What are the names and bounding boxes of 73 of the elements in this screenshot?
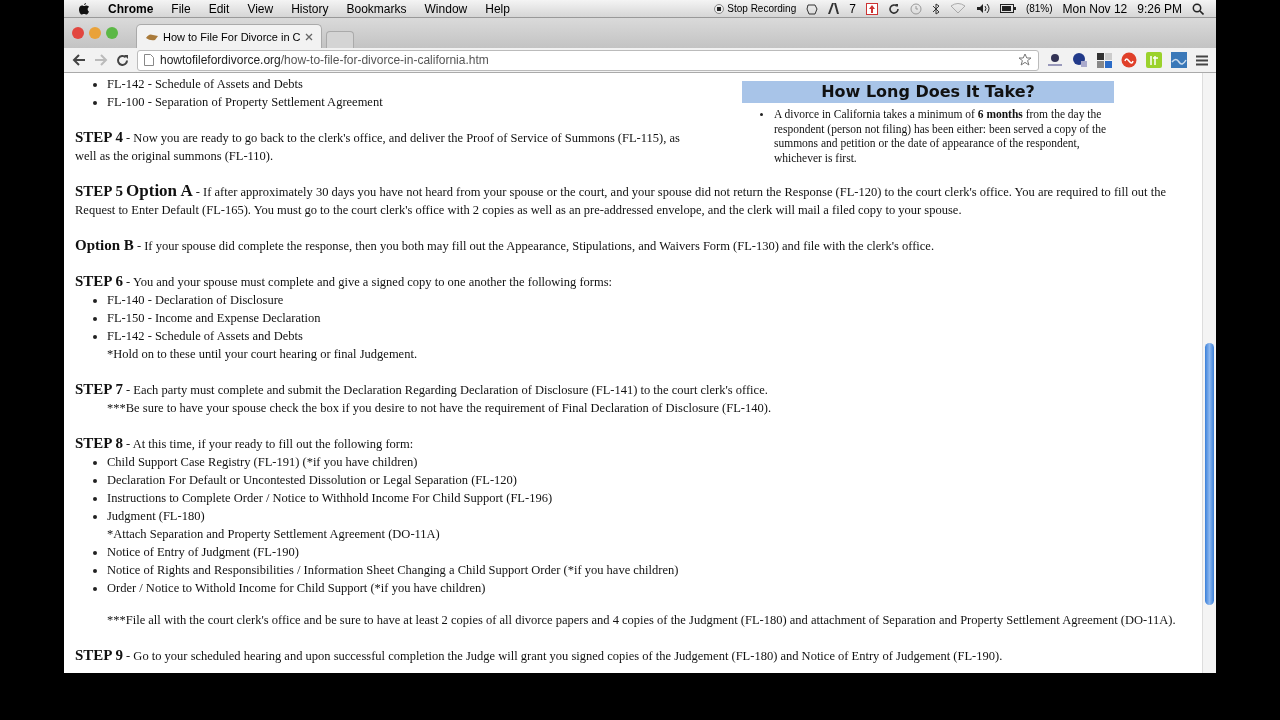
note-text: ***Be sure to have your spouse check the box if you desire to not have the requirement of Final Declaration of Disclosure (FL-140). — [107, 401, 772, 415]
blob-outline-icon[interactable] — [806, 2, 819, 15]
bullet-icon — [93, 515, 97, 519]
list-item: Instructions to Complete Order / Notice to Withhold Income For Child Support (FL-196) — [107, 491, 553, 505]
adobe-style-icon[interactable] — [828, 3, 840, 14]
bullet-icon — [93, 335, 97, 339]
paragraph: A divorce in California takes a minimum of 6 months from the day the respondent (person not filing) has been either: been served a copy of the summons and petition or the date of appearance of the respondent, whichever is first. — [774, 108, 1107, 164]
menu-item[interactable]: History — [291, 1, 329, 16]
battery-percentage[interactable]: (81%) — [1025, 3, 1053, 14]
menu-item[interactable]: Edit — [208, 1, 230, 16]
handshake-icon — [145, 31, 159, 42]
list-item: Declaration For Default or Uncontested Dissolution or Legal Separation (FL-120) — [107, 473, 517, 487]
menu-icon[interactable] — [1196, 54, 1208, 66]
close-tab-icon[interactable] — [304, 32, 313, 41]
stop-recording-button[interactable]: Stop Recording — [714, 3, 797, 14]
menubar-date[interactable]: Mon Nov 12 — [1062, 1, 1128, 16]
section-heading: How Long Does It Take? — [742, 81, 1114, 103]
search-icon[interactable] — [1192, 2, 1204, 15]
bullet-icon — [93, 83, 97, 87]
apple-logo-icon[interactable] — [78, 2, 90, 15]
bullet-icon — [93, 479, 97, 483]
note-text: ***File all with the court clerk's office and be sure to have at least 2 copies of all divorce papers and 4 copies of the Judgment (FL-180) and attachment of Separation and Property Settlement Agreement (DO-11A). — [106, 612, 1177, 629]
step-paragraph: STEP 7 - Each party must complete and submit the Declaration Regarding Declaration of Disclosure (FL-141) to the court clerk's office. — [75, 380, 769, 399]
menu-item[interactable]: Window — [424, 1, 468, 16]
list-item: FL-150 - Income and Expense Declaration — [107, 311, 321, 325]
close-window-button[interactable] — [72, 27, 84, 39]
notification-count[interactable]: 7 — [849, 1, 856, 16]
bullet-icon — [93, 317, 97, 321]
bullet-icon — [93, 551, 97, 555]
step-paragraph: STEP 5 Option A - If after approximately 30 days you have not heard from your spouse or the court, and your spouse did not return the Response (FL-120) to the court clerk's office. You are required to fill out the Request to Enter Default (FL-165). You must go to the court clerk's office with 2 copies as well as an pre-addressed envelope, and the clerk will mail a filed copy to your spouse. — [75, 182, 1167, 219]
list-item: FL-142 - Schedule of Assets and Debts — [107, 329, 303, 343]
bluetooth-icon[interactable] — [931, 2, 940, 15]
menubar-time[interactable]: 9:26 PM — [1137, 1, 1182, 16]
volume-icon[interactable] — [975, 3, 990, 14]
list-item: Child Support Case Registry (FL-191) (*if you have children) — [107, 455, 418, 469]
note-text: *Hold on to these until your court hearing or final Judgement. — [107, 346, 418, 363]
list-item: FL-100 - Separation of Property Settlement Agreement — [107, 95, 383, 109]
menu-item[interactable]: View — [247, 1, 274, 16]
battery-icon[interactable] — [999, 4, 1016, 13]
list-item: Notice of Rights and Responsibilities / Information Sheet Changing a Child Support Order (*if you have children) — [107, 563, 679, 577]
upload-icon[interactable] — [865, 2, 878, 15]
address-bar[interactable]: howtofilefordivorce.org/how-to-file-for-divorce-in-california.htm — [137, 49, 1039, 71]
list-item: Notice of Entry of Judgment (FL-190) — [107, 545, 299, 559]
menu-item[interactable]: Chrome — [108, 1, 154, 16]
step-paragraph: Option B - If your spouse did complete the response, then you both may fill out the Appearance, Stipulations, and Waivers Form (FL-130) and file with the clerk's office. — [75, 236, 936, 255]
browser-tab[interactable]: How to File For Divorce in C — [136, 24, 322, 48]
bullet-icon — [93, 569, 97, 573]
list-item: Judgment (FL-180) — [107, 509, 205, 523]
menu-item[interactable]: Bookmarks — [346, 1, 407, 16]
bullet-icon — [93, 587, 97, 591]
scrollbar[interactable] — [1202, 73, 1216, 673]
step-paragraph: STEP 6 - You and your spouse must complete and give a signed copy to one another the following forms: — [75, 272, 614, 291]
extension-icon[interactable] — [1097, 52, 1112, 68]
bullet-icon — [93, 497, 97, 501]
bullet-icon — [93, 461, 97, 465]
bullet-icon — [760, 113, 763, 116]
back-icon[interactable] — [72, 54, 86, 66]
step-paragraph: STEP 9 - Go to your scheduled hearing and upon successful completion the Judge will grant you signed copies of the Judgement (FL-180) and Notice of Entry of Judgement (FL-190). — [75, 646, 1004, 665]
list-item: Order / Notice to Withold Income for Child Support (*if you have children) — [107, 581, 486, 595]
sync-icon[interactable] — [887, 2, 900, 15]
note-text: *Attach Separation and Property Settlement Agreement (DO-11A) — [107, 526, 441, 543]
extension-icon[interactable] — [1072, 52, 1088, 68]
reload-icon[interactable] — [116, 53, 129, 67]
extension-icon[interactable] — [1047, 53, 1063, 67]
list-item: FL-140 - Declaration of Disclosure — [107, 293, 284, 307]
step-paragraph: STEP 4 - Now you are ready to go back to the clerk's office, and deliver the Proof of Service of Summons (FL-115), as well as the original summons (FL-110). — [75, 128, 681, 165]
menu-item[interactable]: File — [171, 1, 191, 16]
list-item: FL-142 - Schedule of Assets and Debts — [107, 77, 303, 91]
bullet-icon — [93, 299, 97, 303]
stop-icon — [714, 3, 725, 14]
bullet-icon — [93, 101, 97, 105]
menu-item[interactable]: Help — [485, 1, 510, 16]
step-paragraph: STEP 8 - At this time, if your ready to fill out the following form: — [75, 434, 415, 453]
